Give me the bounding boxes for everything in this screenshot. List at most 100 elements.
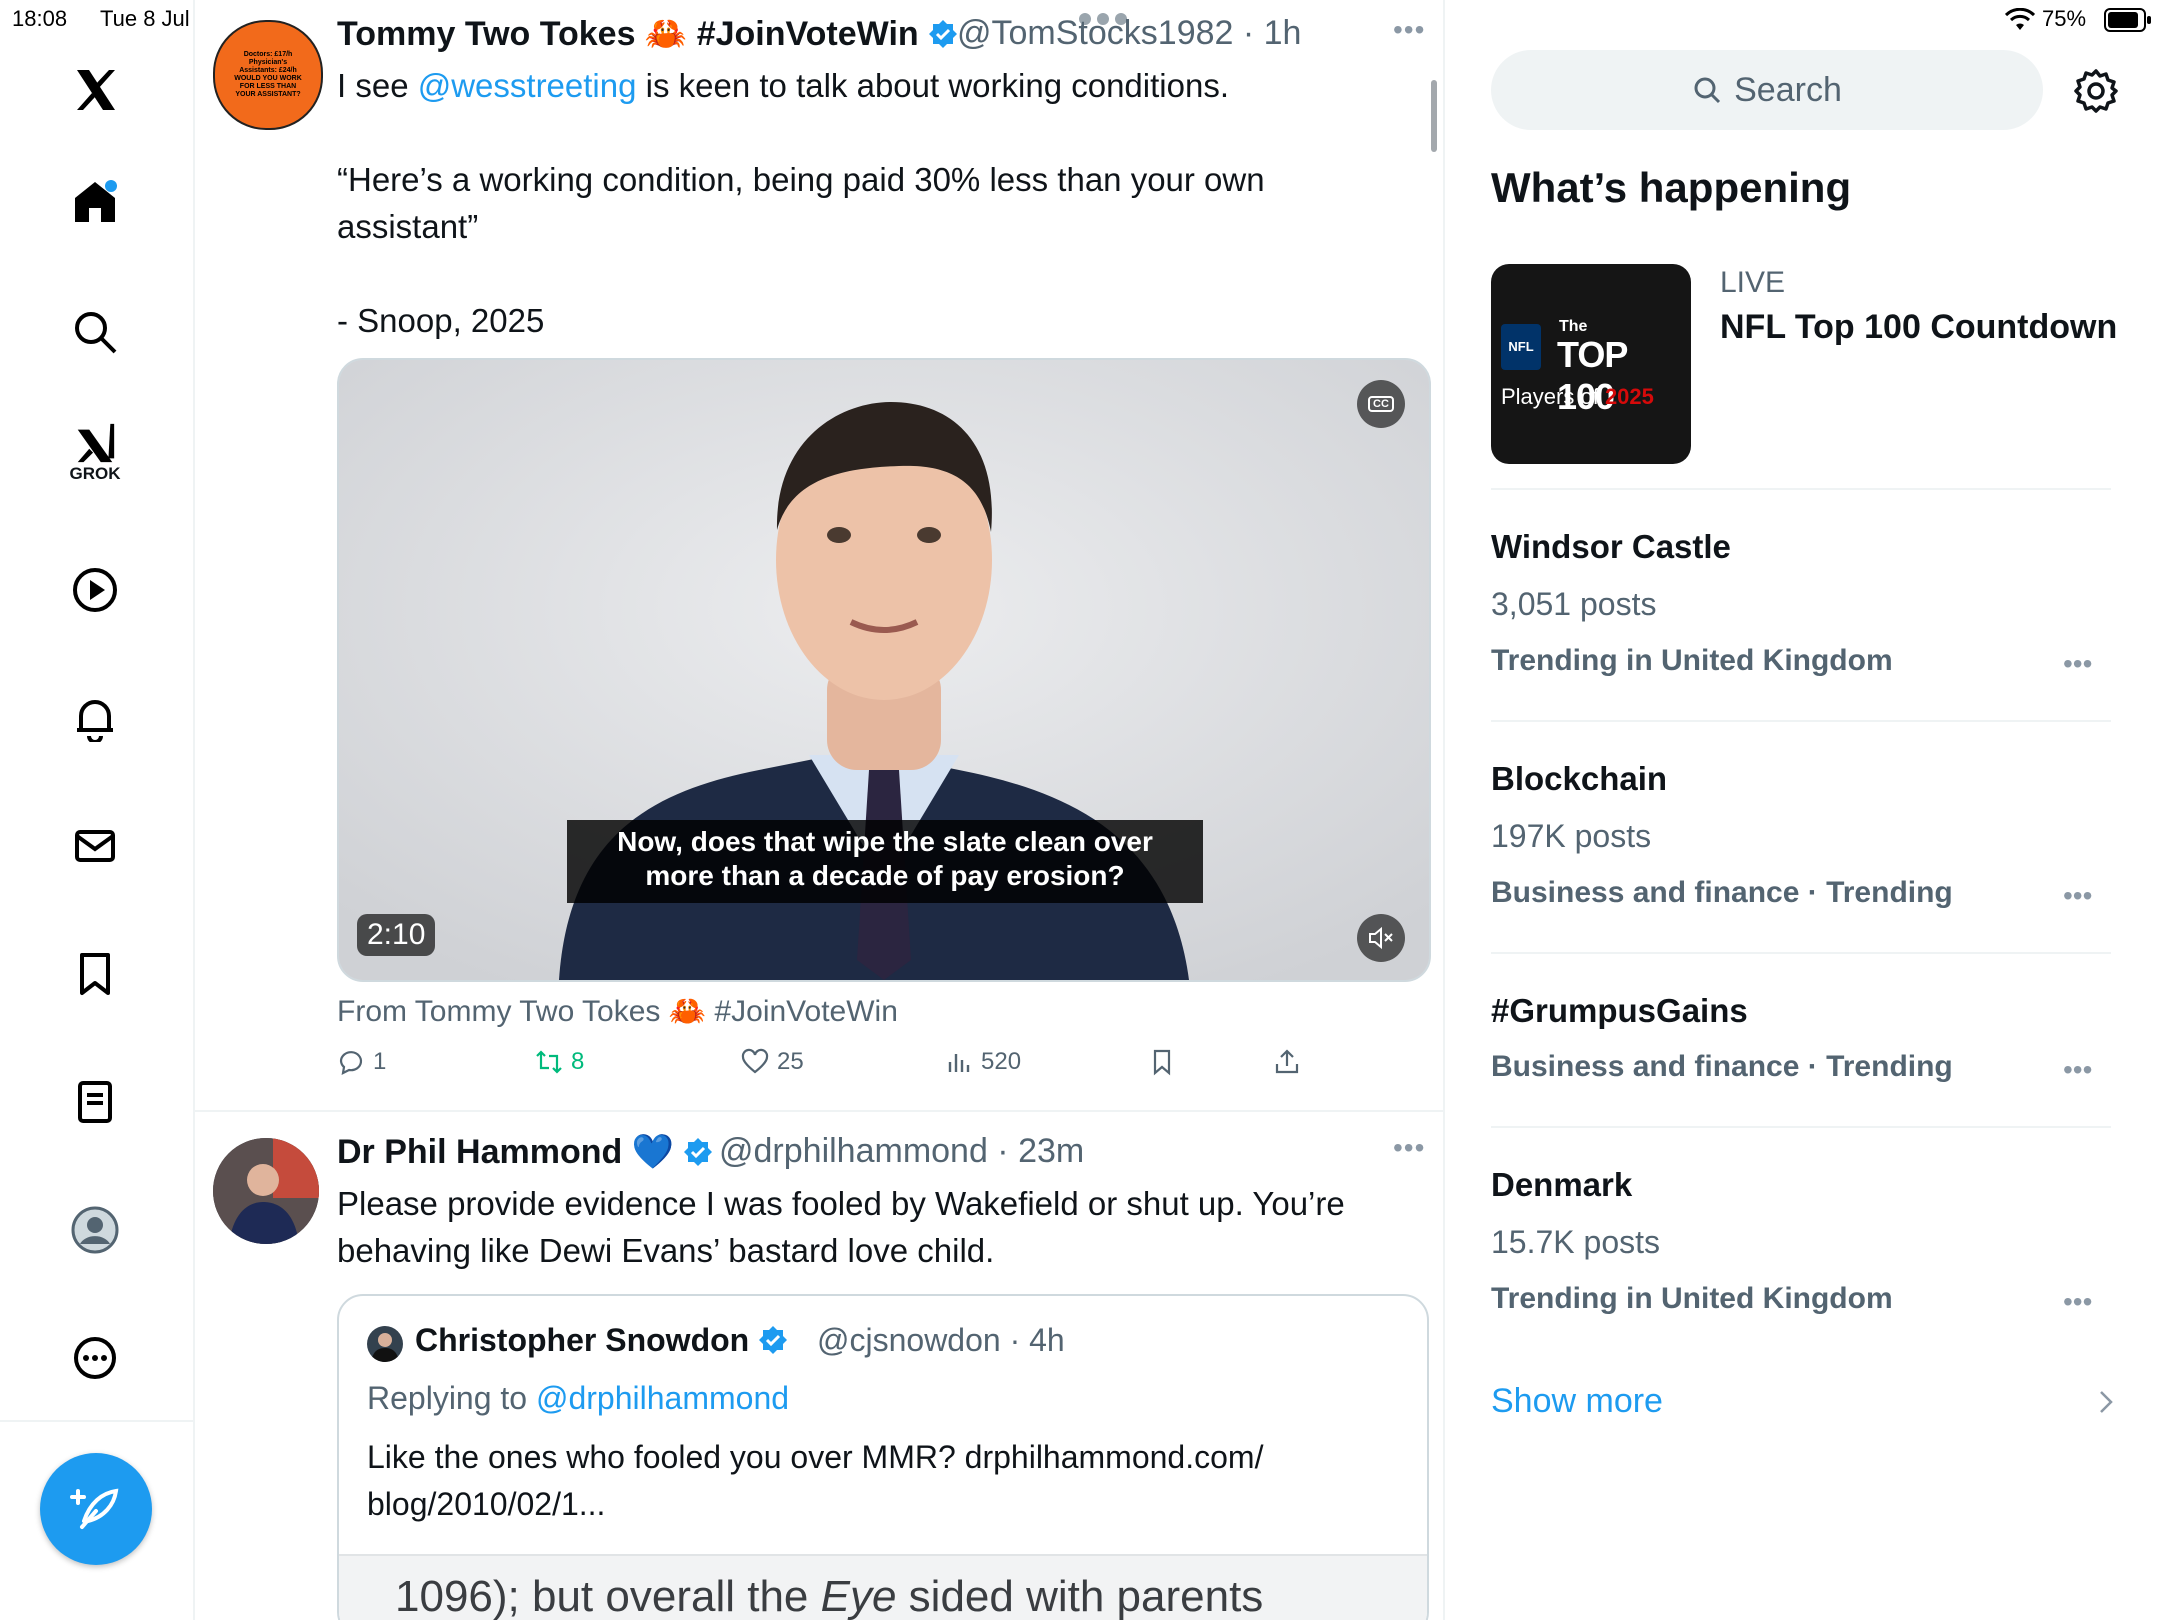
author-name-text: Tommy Two Tokes 🦀 #JoinVoteWin bbox=[337, 15, 919, 53]
bookmark-button[interactable] bbox=[1148, 1048, 1176, 1076]
replying-prefix: Replying to bbox=[367, 1380, 536, 1416]
search-input[interactable]: Search bbox=[1491, 50, 2043, 130]
x-logo-icon[interactable] bbox=[63, 58, 127, 122]
mention-link[interactable]: @wesstreeting bbox=[418, 67, 637, 104]
quoted-image-text-em: Eye bbox=[820, 1572, 897, 1620]
verified-badge-icon bbox=[684, 1138, 713, 1166]
repost-button[interactable]: 8 bbox=[535, 1048, 584, 1076]
mute-button[interactable] bbox=[1357, 914, 1405, 962]
like-button[interactable]: 25 bbox=[741, 1048, 804, 1076]
captions-button[interactable]: CC bbox=[1357, 380, 1405, 428]
compose-post-button[interactable] bbox=[40, 1453, 152, 1565]
quoted-avatar[interactable] bbox=[367, 1326, 403, 1362]
messages-icon[interactable] bbox=[63, 814, 127, 878]
search-placeholder: Search bbox=[1734, 70, 1842, 109]
divider bbox=[1491, 720, 2111, 722]
reply-count: 1 bbox=[373, 1048, 387, 1075]
home-icon[interactable] bbox=[63, 170, 127, 234]
avatar[interactable] bbox=[213, 1138, 319, 1244]
tweet[interactable]: Doctors: £17/h Physician's Assistants: £… bbox=[193, 0, 1443, 1112]
tweet-quote-text: “Here’s a working condition, being paid … bbox=[337, 161, 1265, 245]
trend-category: Business and finance · Trending bbox=[1491, 876, 1953, 909]
trend-more-icon[interactable]: ••• bbox=[2063, 1054, 2092, 1086]
trend-title[interactable]: Denmark bbox=[1491, 1166, 1632, 1204]
replying-to-link[interactable]: @drphilhammond bbox=[536, 1380, 789, 1416]
video-caption: Now, does that wipe the slate clean over… bbox=[567, 820, 1203, 903]
bookmarks-icon[interactable] bbox=[63, 942, 127, 1006]
trend-more-icon[interactable]: ••• bbox=[2063, 880, 2092, 912]
share-button[interactable] bbox=[1273, 1048, 1301, 1076]
tweet-text-pre: I see bbox=[337, 67, 418, 104]
live-label: LIVE bbox=[1720, 266, 1786, 299]
verified-badge-icon bbox=[759, 1326, 788, 1354]
thumb-players: Players of 2025 bbox=[1501, 384, 1654, 410]
repost-count: 8 bbox=[571, 1048, 585, 1075]
caption-line-1: Now, does that wipe the slate clean over bbox=[617, 826, 1153, 857]
search-icon bbox=[1694, 77, 1721, 104]
more-options-icon[interactable]: ••• bbox=[1393, 14, 1425, 46]
trend-category: Business and finance · Trending bbox=[1491, 1050, 1953, 1083]
divider bbox=[1491, 1126, 2111, 1128]
trend-post-count: 3,051 posts bbox=[1491, 586, 1657, 622]
avatar[interactable]: Doctors: £17/h Physician's Assistants: £… bbox=[213, 20, 323, 130]
trend-title[interactable]: Windsor Castle bbox=[1491, 528, 1731, 566]
video-source[interactable]: From Tommy Two Tokes 🦀 #JoinVoteWin bbox=[337, 994, 898, 1029]
more-options-icon[interactable]: ••• bbox=[1393, 1132, 1425, 1164]
share-icon bbox=[1275, 1049, 1299, 1074]
timeline-feed: Doctors: £17/h Physician's Assistants: £… bbox=[193, 0, 1445, 1620]
divider bbox=[1491, 488, 2111, 490]
feed-scrollbar[interactable] bbox=[1431, 80, 1437, 152]
view-count: 520 bbox=[981, 1048, 1022, 1075]
avatar-photo bbox=[213, 1138, 319, 1244]
trend-post-count: 15.7K posts bbox=[1491, 1224, 1660, 1260]
lists-icon[interactable] bbox=[63, 1070, 127, 1134]
featured-thumbnail[interactable]: NFL The TOP 100 Players of 2025 bbox=[1491, 264, 1691, 464]
explore-icon[interactable] bbox=[63, 300, 127, 364]
video-duration: 2:10 bbox=[357, 914, 436, 956]
quoted-author-name[interactable]: Christopher Snowdon bbox=[415, 1322, 788, 1359]
video-player[interactable]: Now, does that wipe the slate clean over… bbox=[337, 358, 1431, 982]
tweet-sign-text: - Snoop, 2025 bbox=[337, 302, 545, 339]
settings-gear-icon[interactable] bbox=[2073, 68, 2119, 119]
trend-more-icon[interactable]: ••• bbox=[2063, 648, 2092, 680]
tweet[interactable]: Dr Phil Hammond 💙 @drphilhammond · 23m •… bbox=[193, 1112, 1443, 1620]
grok-label: GROK bbox=[69, 464, 121, 483]
chevron-right-icon[interactable] bbox=[2097, 1388, 2115, 1421]
quoted-image[interactable]: 1096); but overall the Eye sided with pa… bbox=[339, 1554, 1427, 1620]
right-sidebar: Search What’s happening NFL The TOP 100 … bbox=[1443, 0, 2160, 1620]
profile-icon[interactable] bbox=[63, 1198, 127, 1262]
nav-divider bbox=[0, 1420, 193, 1422]
views-button[interactable]: 520 bbox=[945, 1048, 1021, 1076]
quoted-tweet[interactable]: Christopher Snowdon @cjsnowdon · 4h Repl… bbox=[337, 1294, 1429, 1620]
author-handle[interactable]: @TomStocks1982 · 1h bbox=[957, 14, 1301, 53]
author-name[interactable]: Tommy Two Tokes 🦀 #JoinVoteWin bbox=[337, 14, 958, 54]
cc-icon: CC bbox=[1368, 396, 1394, 412]
trend-title[interactable]: #GrumpusGains bbox=[1491, 992, 1748, 1030]
verified-badge-icon bbox=[929, 20, 958, 48]
show-more-link[interactable]: Show more bbox=[1491, 1382, 1663, 1421]
featured-title[interactable]: NFL Top 100 Countdown bbox=[1720, 308, 2117, 347]
tweet-text: I see @wesstreeting is keen to talk abou… bbox=[337, 62, 1387, 344]
author-handle[interactable]: @drphilhammond · 23m bbox=[719, 1132, 1084, 1171]
tweet-text-post: is keen to talk about working conditions… bbox=[636, 67, 1229, 104]
quoted-author-handle[interactable]: @cjsnowdon · 4h bbox=[817, 1322, 1065, 1359]
video-icon[interactable] bbox=[63, 558, 127, 622]
like-count: 25 bbox=[777, 1048, 804, 1075]
reply-button[interactable]: 1 bbox=[337, 1048, 386, 1076]
trend-more-icon[interactable]: ••• bbox=[2063, 1286, 2092, 1318]
quoted-image-text-pre: 1096); but overall the bbox=[395, 1572, 821, 1620]
trend-category: Trending in United Kingdom bbox=[1491, 1282, 1893, 1315]
notifications-icon[interactable] bbox=[63, 686, 127, 750]
bookmark-icon bbox=[1153, 1049, 1171, 1076]
author-name[interactable]: Dr Phil Hammond 💙 bbox=[337, 1132, 713, 1172]
avatar-text: Doctors: £17/h Physician's Assistants: £… bbox=[234, 51, 302, 98]
quoted-avatar-photo bbox=[367, 1326, 403, 1362]
more-icon[interactable] bbox=[63, 1326, 127, 1390]
grok-icon[interactable]: GROK bbox=[63, 420, 127, 484]
trend-title[interactable]: Blockchain bbox=[1491, 760, 1667, 798]
thumb-players-text: Players of bbox=[1501, 384, 1605, 409]
reply-icon bbox=[339, 1051, 363, 1075]
left-navigation: GROK bbox=[0, 0, 195, 1620]
section-heading: What’s happening bbox=[1491, 164, 1852, 211]
repost-icon bbox=[536, 1050, 562, 1074]
